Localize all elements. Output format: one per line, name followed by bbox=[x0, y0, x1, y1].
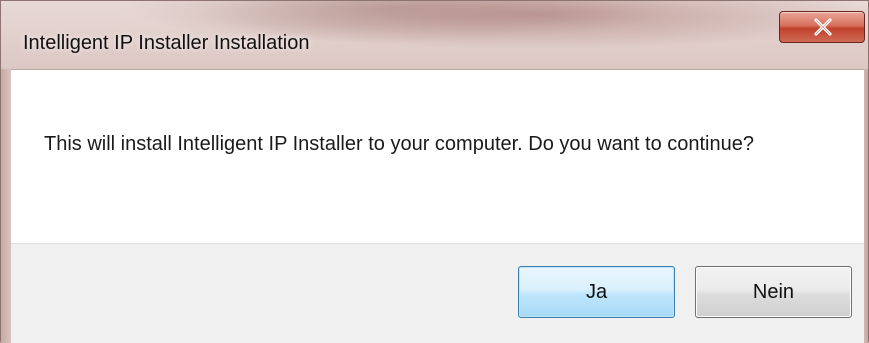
window-frame-left bbox=[1, 69, 11, 343]
message-area: This will install Intelligent IP Install… bbox=[11, 69, 864, 243]
button-bar: Ja Nein bbox=[11, 243, 864, 343]
close-button[interactable] bbox=[779, 11, 865, 43]
close-icon bbox=[814, 18, 832, 36]
yes-button[interactable]: Ja bbox=[518, 266, 675, 318]
confirmation-message: This will install Intelligent IP Install… bbox=[44, 133, 754, 155]
no-button[interactable]: Nein bbox=[695, 266, 852, 318]
dialog-title: Intelligent IP Installer Installation bbox=[23, 32, 310, 54]
installer-dialog: Intelligent IP Installer Installation Th… bbox=[0, 0, 869, 343]
title-bar[interactable]: Intelligent IP Installer Installation bbox=[1, 1, 868, 69]
